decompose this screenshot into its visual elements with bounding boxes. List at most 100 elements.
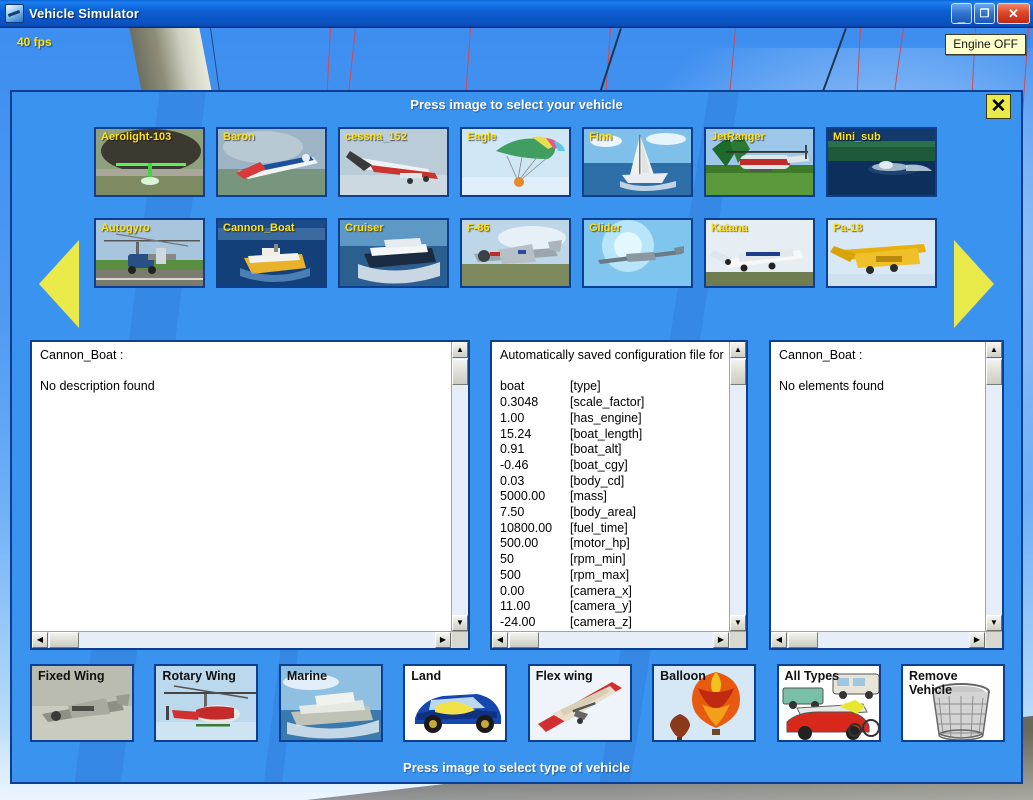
minimize-button[interactable]: _ [951, 3, 972, 24]
config-value: 11.00 [500, 599, 531, 614]
selector-header: Press image to select your vehicle [410, 97, 623, 112]
simulator-viewport[interactable]: 40 fps Engine OFF Press image to select … [0, 28, 1033, 800]
description-vertical-scrollbar[interactable]: ▲ ▼ [451, 342, 468, 631]
scroll-thumb-h[interactable] [509, 632, 539, 648]
vehicle-thumbnail-jetranger[interactable]: JetRanger [704, 127, 815, 197]
fps-counter: 40 fps [17, 35, 52, 49]
vehicle-thumbnail-eagle[interactable]: Eagle [460, 127, 571, 197]
configuration-panel: Automatically saved configuration file f… [490, 340, 748, 650]
app-icon [5, 4, 24, 23]
config-key: [boat_length] [570, 426, 643, 441]
config-vertical-scrollbar[interactable]: ▲ ▼ [729, 342, 746, 631]
scroll-down-icon[interactable]: ▼ [730, 615, 746, 631]
category-button-marine[interactable]: Marine [278, 664, 383, 742]
vehicle-thumbnail-pa-18[interactable]: Pa-18 [826, 218, 937, 288]
vehicle-label: Baron [223, 131, 255, 143]
config-value: 5000.00 [500, 489, 546, 504]
description-text: Cannon_Boat : No description found [32, 342, 451, 631]
scroll-right-icon[interactable]: ▶ [435, 632, 451, 648]
config-row: 500 [rpm_max] [500, 568, 721, 584]
scroll-left-icon[interactable]: ◀ [492, 632, 508, 648]
maximize-button[interactable]: ❐ [974, 3, 995, 24]
category-button-fixed-wing[interactable]: Fixed Wing [30, 664, 134, 742]
previous-page-arrow[interactable] [39, 240, 79, 328]
vehicle-label: Pa-18 [833, 222, 863, 234]
vehicle-label: Katana [711, 222, 748, 234]
config-key: [body_cd] [570, 473, 625, 488]
category-button-rotary-wing[interactable]: Rotary Wing [154, 664, 259, 742]
config-key: [mass] [570, 489, 607, 504]
vehicle-category-row: Fixed Wing Rotary Wing Marine Land Flex … [30, 664, 1005, 742]
vehicle-label: Glider [589, 222, 621, 234]
scroll-thumb[interactable] [986, 359, 1002, 385]
vehicle-thumbnail-cannon-boat[interactable]: Cannon_Boat [216, 218, 327, 288]
config-row: 11.00 [camera_y] [500, 599, 721, 615]
next-page-arrow[interactable] [954, 240, 994, 328]
config-row: -24.00 [camera_z] [500, 615, 721, 631]
config-header: Automatically saved configuration file f… [500, 348, 724, 362]
config-row: 7.50 [body_area] [500, 505, 721, 521]
scroll-up-icon[interactable]: ▲ [730, 342, 746, 358]
category-label: Rotary Wing [162, 669, 236, 683]
category-button-flex-wing[interactable]: Flex wing [527, 664, 632, 742]
scroll-right-icon[interactable]: ▶ [713, 632, 729, 648]
vehicle-thumbnail-aerolight-103[interactable]: Aerolight-103 [94, 127, 205, 197]
scroll-thumb[interactable] [452, 359, 468, 385]
scroll-right-icon[interactable]: ▶ [969, 632, 985, 648]
vehicle-thumbnail-mini-sub[interactable]: Mini_sub [826, 127, 937, 197]
vehicle-thumbnail-katana[interactable]: Katana [704, 218, 815, 288]
selector-footer: Press image to select type of vehicle [403, 760, 630, 775]
config-key: [boat_cgy] [570, 457, 628, 472]
category-button-land[interactable]: Land [403, 664, 508, 742]
elements-vertical-scrollbar[interactable]: ▲ ▼ [985, 342, 1002, 631]
description-body: No description found [40, 379, 155, 394]
config-key: [body_area] [570, 505, 637, 520]
vehicle-label: Cannon_Boat [223, 222, 295, 234]
elements-spacer [779, 364, 782, 378]
scroll-up-icon[interactable]: ▲ [986, 342, 1002, 358]
vehicle-thumbnail-f-86[interactable]: F-86 [460, 218, 571, 288]
scroll-down-icon[interactable]: ▼ [986, 615, 1002, 631]
category-button-balloon[interactable]: Balloon [652, 664, 757, 742]
vehicle-label: Cruiser [345, 222, 384, 234]
vehicle-thumbnail-glider[interactable]: Glider [582, 218, 693, 288]
config-row: 5000.00 [mass] [500, 489, 721, 505]
vehicle-thumbnail-autogyro[interactable]: Autogyro [94, 218, 205, 288]
scroll-thumb-h[interactable] [788, 632, 818, 648]
scroll-thumb-h[interactable] [49, 632, 79, 648]
config-row: 500.00 [motor_hp] [500, 536, 721, 552]
vehicle-thumbnail-cruiser[interactable]: Cruiser [338, 218, 449, 288]
vehicle-thumbnail-baron[interactable]: Baron [216, 127, 327, 197]
dialog-close-button[interactable]: ✕ [986, 94, 1011, 119]
vehicle-thumbnail-finn[interactable]: Finn [582, 127, 693, 197]
scroll-up-icon[interactable]: ▲ [452, 342, 468, 358]
config-row: 0.00 [camera_x] [500, 584, 721, 600]
scroll-thumb[interactable] [730, 359, 746, 385]
vehicle-thumbnail-cessna-152[interactable]: cessna_152 [338, 127, 449, 197]
config-row: 1.00 [has_engine] [500, 411, 721, 427]
elements-title: Cannon_Boat : [779, 348, 863, 362]
description-horizontal-scrollbar[interactable]: ◀ ▶ [32, 631, 468, 648]
scroll-left-icon[interactable]: ◀ [32, 632, 48, 648]
config-value: -24.00 [500, 614, 536, 629]
config-horizontal-scrollbar[interactable]: ◀ ▶ [492, 631, 746, 648]
config-value: 0.03 [500, 473, 525, 488]
category-button-all-types[interactable]: All Types [776, 664, 881, 742]
minimize-icon: _ [957, 9, 966, 24]
config-value: 500.00 [500, 536, 539, 551]
scroll-left-icon[interactable]: ◀ [771, 632, 787, 648]
config-key: [rpm_max] [570, 567, 630, 582]
category-button-remove-vehicle[interactable]: Remove Vehicle [900, 664, 1005, 742]
category-label: Marine [286, 669, 328, 683]
close-icon: ✕ [1008, 6, 1019, 21]
scrollbar-corner [730, 632, 746, 648]
engine-status-badge[interactable]: Engine OFF [945, 34, 1026, 55]
scroll-down-icon[interactable]: ▼ [452, 615, 468, 631]
config-value: 500 [500, 567, 521, 582]
title-bar: Vehicle Simulator _ ❐ ✕ [0, 0, 1033, 28]
close-button[interactable]: ✕ [997, 3, 1030, 24]
elements-horizontal-scrollbar[interactable]: ◀ ▶ [771, 631, 1002, 648]
config-key: [fuel_time] [570, 520, 628, 535]
config-value: 0.91 [500, 442, 525, 457]
config-value: 50 [500, 552, 514, 567]
